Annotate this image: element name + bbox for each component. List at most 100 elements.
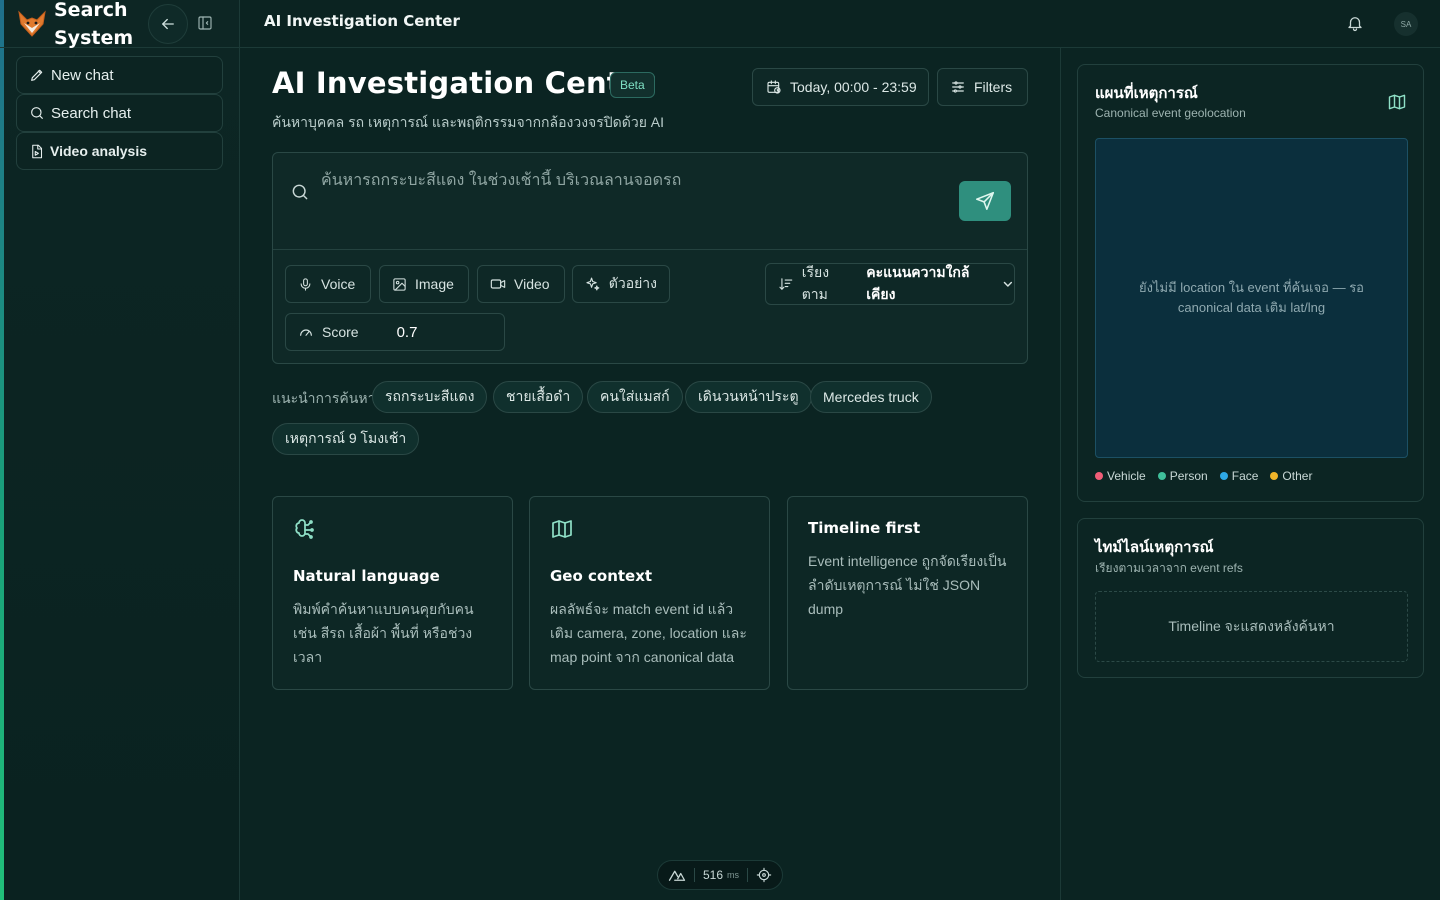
map-empty-state: ยังไม่มี location ใน event ที่ค้นเจอ — ร… [1139,280,1364,315]
sidebar-item-video-analysis[interactable]: Video analysis [16,132,223,170]
map-icon[interactable] [1387,92,1407,112]
send-icon [975,191,995,211]
map-title: แผนที่เหตุการณ์ [1095,84,1198,102]
filters-label: Filters [974,79,1013,95]
notifications-button[interactable] [1346,14,1366,34]
map-legend: Vehicle Person Face Other [1095,469,1312,483]
divider [747,868,749,882]
other-dot [1270,472,1279,480]
fox-logo-icon[interactable] [16,8,48,40]
map-subtitle: Canonical event geolocation [1095,106,1246,120]
suggestion-chip[interactable]: เหตุการณ์ 9 โมงเช้า [272,423,420,455]
legend-label: Person [1169,469,1208,483]
suggestion-chip[interactable]: เดินวนหน้าประตู [685,381,812,413]
legend-item-person: Person [1157,469,1208,483]
performance-indicator[interactable]: 516 ms [657,860,783,890]
arrow-left-icon [162,18,174,30]
divider [694,868,695,882]
suggestion-chip[interactable]: Mercedes truck [810,381,932,413]
brain-icon [293,517,317,541]
vehicle-dot [1095,472,1103,480]
search-icon [31,107,43,119]
search-panel: Voice Image Video ตัวอย่าง เรียงตาม ค [272,152,1028,364]
legend-label: Other [1282,469,1313,483]
back-button[interactable] [148,4,188,44]
legend-item-face: Face [1219,469,1259,483]
sliders-icon [952,81,964,93]
search-icon [290,182,310,202]
search-input-area [273,153,1027,250]
legend-item-vehicle: Vehicle [1095,469,1146,483]
card-description: ผลลัพธ์จะ match event id แล้วเติม camera… [550,601,747,665]
nuxt-logo-icon [668,870,686,881]
sidebar-item-new-chat[interactable]: New chat [16,56,223,94]
event-map-card: แผนที่เหตุการณ์ Canonical event geolocat… [1077,64,1424,502]
suggestion-chip[interactable]: ชายเสื้อดำ [493,381,584,413]
chevron-down-icon [1003,281,1013,287]
score-field[interactable]: Score 0.7 [285,313,505,351]
image-icon [393,277,406,291]
voice-button[interactable]: Voice [285,265,371,303]
video-camera-icon [490,279,506,289]
example-button[interactable]: ตัวอย่าง [572,265,670,303]
main-content: AI Investigation Center Beta ค้นหาบุคคล … [240,48,1060,900]
timeline-title: ไทม์ไลน์เหตุการณ์ [1095,538,1214,556]
sidebar-item-search-chat[interactable]: Search chat [16,94,223,132]
topbar-title: AI Investigation Center [264,12,460,30]
legend-label: Vehicle [1107,469,1146,483]
crosshair-icon [756,867,772,883]
perf-value: 516 [703,868,724,882]
sort-select[interactable]: เรียงตาม คะแนนความใกล้เคียง [765,263,1015,305]
feature-card-natural-language: Natural language พิมพ์คำค้นหาแบบคนคุยกับ… [272,496,513,690]
bell-icon [1348,17,1362,32]
sidebar-item-label: New chat [51,66,114,84]
card-description: Event intelligence ถูกจัดเรียงเป็นลำดับเ… [808,553,1007,617]
sidebar-header: Search System [0,0,240,49]
video-button[interactable]: Video [477,265,565,303]
person-dot [1157,472,1166,480]
collapse-sidebar-button[interactable] [194,12,216,34]
sort-value: คะแนนความใกล้เคียง [866,264,970,302]
brand-line-1: Search [54,0,128,21]
gauge-icon [300,329,312,336]
topbar: AI Investigation Center SA [240,0,1440,48]
pencil-icon [31,69,43,81]
map-canvas[interactable]: ยังไม่มี location ใน event ที่ค้นเจอ — ร… [1095,138,1408,458]
beta-badge: Beta [610,72,655,98]
face-dot [1219,472,1228,480]
card-title: Natural language [293,567,440,585]
score-label: Score [322,324,359,340]
feature-card-timeline-first: Timeline first Event intelligence ถูกจัด… [787,496,1028,690]
page-title: AI Investigation Center [272,66,656,100]
timeline-subtitle: เรียงตามเวลาจาก event refs [1095,561,1243,575]
brand-name: Search System [54,0,144,52]
search-input[interactable] [321,169,951,193]
sidebar-item-label: Video analysis [50,143,148,159]
score-value: 0.7 [396,323,418,341]
avatar[interactable]: SA [1394,12,1418,36]
sidebar-collapse-icon [198,16,212,30]
map-icon [550,517,574,541]
date-range-label: Today, 00:00 - 23:59 [790,79,917,95]
send-button[interactable] [959,181,1011,221]
brand-line-2: System [54,27,134,49]
right-panel: แผนที่เหตุการณ์ Canonical event geolocat… [1060,48,1440,900]
calendar-clock-icon [767,80,781,94]
example-label: ตัวอย่าง [608,275,657,291]
sidebar: Search System New chat Search chat Video [0,0,240,900]
event-timeline-card: ไทม์ไลน์เหตุการณ์ เรียงตามเวลาจาก event … [1077,518,1424,678]
date-range-button[interactable]: Today, 00:00 - 23:59 [752,68,929,106]
page-subtitle: ค้นหาบุคคล รถ เหตุการณ์ และพฤติกรรมจากกล… [272,114,665,130]
suggestion-chip[interactable]: คนใส่แมสก์ [587,381,683,413]
microphone-icon [300,277,311,291]
legend-label: Face [1231,469,1259,483]
sort-icon [779,278,793,290]
filters-button[interactable]: Filters [937,68,1028,106]
sparkles-icon [586,277,600,291]
file-video-icon [32,144,43,158]
image-button[interactable]: Image [379,265,469,303]
voice-label: Voice [321,276,356,292]
feature-card-geo-context: Geo context ผลลัพธ์จะ match event id แล้… [529,496,770,690]
suggestions-label: แนะนำการค้นหา [272,390,376,406]
suggestion-chip[interactable]: รถกระบะสีแดง [372,381,488,413]
